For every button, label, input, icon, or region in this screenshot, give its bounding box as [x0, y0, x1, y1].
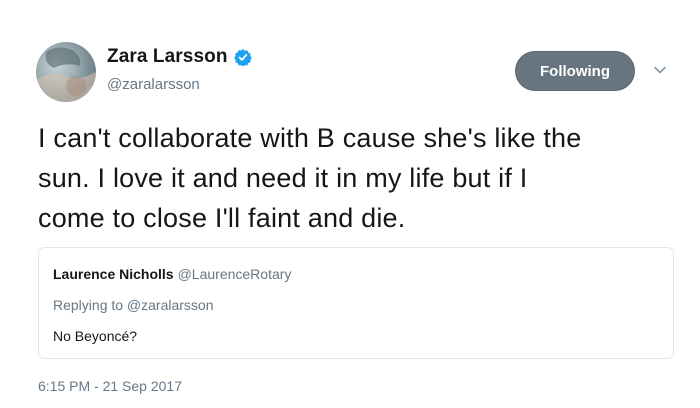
quoted-author[interactable]: Laurence Nicholls @LaurenceRotary: [53, 266, 291, 282]
tweet-text-line: come to close I'll faint and die.: [38, 203, 406, 233]
tweet-card: Zara Larsson @zaralarsson Following I ca…: [0, 0, 700, 408]
tweet-text-line: sun. I love it and need it in my life bu…: [38, 163, 528, 193]
quoted-author-name[interactable]: Laurence Nicholls: [53, 266, 174, 282]
tweet-text-line: I can't collaborate with B cause she's l…: [38, 123, 582, 153]
quoted-tweet-text: No Beyoncé?: [53, 328, 138, 344]
following-button[interactable]: Following: [515, 51, 635, 91]
verified-badge-icon: [233, 48, 252, 67]
author-handle[interactable]: @zaralarsson: [107, 76, 200, 93]
tweet-text: I can't collaborate with B cause she's l…: [38, 118, 678, 238]
quoted-author-handle[interactable]: @LaurenceRotary: [178, 266, 292, 282]
chevron-down-icon[interactable]: [652, 62, 668, 78]
quoted-replying-to: Replying to @zaralarsson: [53, 297, 214, 313]
quoted-tweet[interactable]: Laurence Nicholls @LaurenceRotary Replyin…: [38, 247, 674, 359]
author-name-row[interactable]: Zara Larsson: [107, 46, 252, 68]
avatar[interactable]: [36, 42, 96, 102]
author-name[interactable]: Zara Larsson: [107, 46, 228, 68]
tweet-timestamp[interactable]: 6:15 PM - 21 Sep 2017: [38, 378, 182, 394]
